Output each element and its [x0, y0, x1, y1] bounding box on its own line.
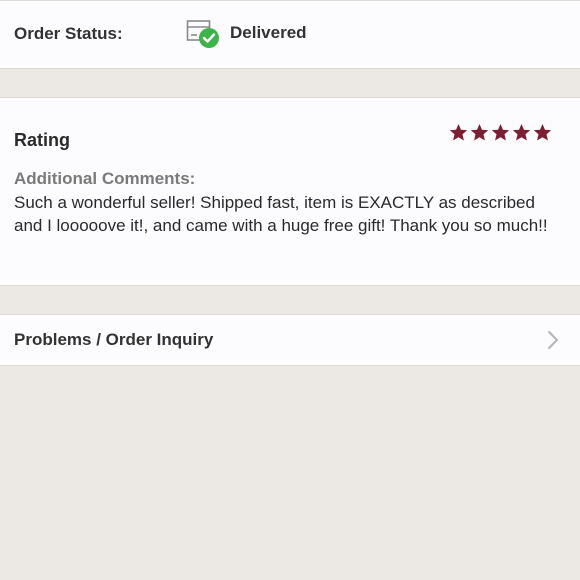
additional-comments-label: Additional Comments:: [14, 169, 196, 188]
star-icon: [533, 123, 552, 141]
order-status-section: Order Status: Delivered: [0, 0, 580, 69]
rating-label: Rating: [14, 130, 70, 150]
star-icon: [512, 123, 531, 141]
rating-stars: [449, 123, 552, 142]
additional-comments-text: Such a wonderful seller! Shipped fast, i…: [14, 193, 548, 235]
order-status-value: Delivered: [230, 23, 307, 42]
delivered-box-check-icon: [186, 20, 219, 48]
order-status-label: Order Status:: [14, 24, 123, 43]
order-inquiry-row[interactable]: Problems / Order Inquiry: [0, 314, 580, 366]
order-inquiry-label: Problems / Order Inquiry: [14, 330, 214, 349]
star-icon: [449, 123, 468, 141]
star-icon: [470, 123, 489, 141]
chevron-right-icon[interactable]: [546, 329, 560, 351]
rating-section: Rating Additional Comments: Such a wonde…: [0, 97, 580, 286]
star-icon: [491, 123, 510, 141]
